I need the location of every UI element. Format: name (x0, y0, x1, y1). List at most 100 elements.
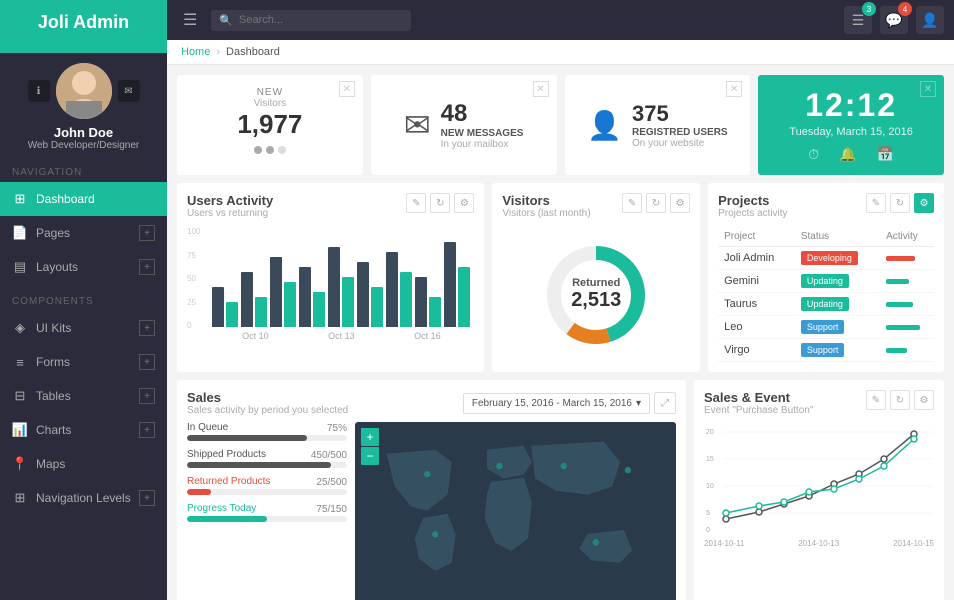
sidebar-item-charts[interactable]: 📊 Charts + (0, 413, 167, 447)
clock-timer-button[interactable]: ⏱ (808, 146, 819, 163)
uikits-icon: ◈ (12, 320, 28, 336)
sidebar-item-forms[interactable]: ≡ Forms + (0, 345, 167, 379)
navlevels-expand-button[interactable]: + (139, 490, 155, 506)
sales-event-actions: ✎ ↻ ⚙ (866, 390, 934, 410)
search-input[interactable] (239, 14, 369, 26)
avatar-info-button[interactable]: ℹ (28, 80, 50, 102)
avatar-area: ℹ ✉ (28, 63, 140, 119)
sales-expand-button[interactable]: ⤢ (654, 392, 676, 414)
messages-button[interactable]: 💬 4 (880, 6, 908, 34)
clock-card: ✕ 12:12 Tuesday, March 15, 2016 ⏱ 🔔 📅 (758, 75, 944, 175)
notifications-badge: 3 (862, 2, 876, 16)
messages-badge: 4 (898, 2, 912, 16)
notifications-button[interactable]: ☰ 3 (844, 6, 872, 34)
projects-header: Projects Projects activity ✎ ↻ ⚙ (718, 193, 934, 219)
sidebar-item-label: Charts (36, 423, 71, 437)
users-activity-panel: Users Activity Users vs returning ✎ ↻ ⚙ … (177, 183, 484, 372)
projects-refresh-button[interactable]: ↻ (890, 193, 910, 213)
activity-col-header: Activity (880, 227, 934, 247)
dot2 (266, 146, 274, 154)
settings-button[interactable]: ⚙ (454, 193, 474, 213)
messages-label: NEW MESSAGES (441, 128, 524, 139)
se-refresh-button[interactable]: ↻ (890, 390, 910, 410)
layouts-expand-button[interactable]: + (139, 259, 155, 275)
se-edit-button[interactable]: ✎ (866, 390, 886, 410)
se-settings-button[interactable]: ⚙ (914, 390, 934, 410)
project-status: Support (795, 339, 880, 362)
refresh-button[interactable]: ↻ (430, 193, 450, 213)
x-label-oct16: Oct 16 (414, 331, 441, 341)
sidebar-item-ui-kits[interactable]: ◈ UI Kits + (0, 311, 167, 345)
users-card-close[interactable]: ✕ (726, 81, 742, 97)
sidebar-item-layouts[interactable]: ▤ Layouts + (0, 250, 167, 284)
visitors-header: Visitors Visitors (last month) ✎ ↻ ⚙ (502, 193, 690, 219)
sidebar-item-pages[interactable]: 📄 Pages + (0, 216, 167, 250)
table-row: Taurus Updating (718, 293, 934, 316)
forms-expand-button[interactable]: + (139, 354, 155, 370)
table-row: Leo Support (718, 316, 934, 339)
date-range-button[interactable]: February 15, 2016 - March 15, 2016 ▾ (463, 393, 650, 414)
stat-bar-fill (187, 516, 267, 522)
messages-card-close[interactable]: ✕ (533, 81, 549, 97)
menu-toggle-button[interactable]: ☰ (177, 6, 203, 34)
messages-sublabel: In your mailbox (441, 139, 524, 150)
sidebar-item-tables[interactable]: ⊟ Tables + (0, 379, 167, 413)
stat-bar-fill (187, 435, 307, 441)
clock-bell-button[interactable]: 🔔 (839, 146, 856, 163)
world-map-svg (355, 422, 676, 600)
clock-date: Tuesday, March 15, 2016 (789, 126, 913, 138)
sidebar: Joli Admin ℹ ✉ John Doe Web Developer/De… (0, 0, 167, 600)
sales-event-subtitle: Event "Purchase Button" (704, 405, 813, 416)
sales-event-title: Sales & Event (704, 390, 813, 405)
charts-expand-button[interactable]: + (139, 422, 155, 438)
users-stat-card: ✕ 👤 375 REGISTRED USERS On your website (565, 75, 751, 175)
sidebar-item-maps[interactable]: 📍 Maps (0, 447, 167, 481)
sidebar-item-nav-levels[interactable]: ⊞ Navigation Levels + (0, 481, 167, 515)
visitors-card-close[interactable]: ✕ (339, 81, 355, 97)
nav-section-label: Navigation (0, 159, 167, 182)
project-name: Virgo (718, 339, 795, 362)
project-status: Updating (795, 270, 880, 293)
sales-title: Sales (187, 390, 348, 405)
messages-stat-card: ✕ ✉ 48 NEW MESSAGES In your mailbox (371, 75, 557, 175)
stat-cards-row: ✕ NEW Visitors 1,977 ✕ ✉ 48 NEW MESSAGES (177, 75, 944, 175)
edit-button[interactable]: ✎ (406, 193, 426, 213)
avatar-message-button[interactable]: ✉ (118, 80, 140, 102)
sidebar-item-label: Forms (36, 355, 70, 369)
pages-expand-button[interactable]: + (139, 225, 155, 241)
topbar: ☰ 🔍 ☰ 3 💬 4 👤 (167, 0, 954, 40)
clock-calendar-button[interactable]: 📅 (877, 146, 894, 163)
breadcrumb-current: Dashboard (226, 46, 280, 58)
svg-text:0: 0 (706, 527, 710, 534)
dashboard-icon: ⊞ (12, 191, 28, 207)
search-box: 🔍 (211, 10, 411, 31)
y-label-100: 100 (187, 227, 200, 236)
sales-stats: In Queue 75% Shipped Products 450/500 Re… (187, 422, 347, 600)
visitors-card-value: 1,977 (191, 109, 349, 140)
clock-card-close[interactable]: ✕ (920, 81, 936, 97)
projects-table: Project Status Activity Joli Admin Devel… (718, 227, 934, 362)
visitors-edit-button[interactable]: ✎ (622, 193, 642, 213)
user-menu-button[interactable]: 👤 (916, 6, 944, 34)
tables-expand-button[interactable]: + (139, 388, 155, 404)
stat-name: Returned Products (187, 476, 270, 487)
projects-actions: ✎ ↻ ⚙ (866, 193, 934, 213)
chevron-down-icon: ▾ (636, 398, 641, 409)
clock-action-icons: ⏱ 🔔 📅 (808, 146, 894, 163)
project-activity (880, 270, 934, 293)
sidebar-item-dashboard[interactable]: ⊞ Dashboard (0, 182, 167, 216)
x-label-oct10: Oct 10 (242, 331, 269, 341)
components-section-label: Components (0, 288, 167, 311)
table-row: Gemini Updating (718, 270, 934, 293)
visitors-settings-button[interactable]: ⚙ (670, 193, 690, 213)
projects-edit-button[interactable]: ✎ (866, 193, 886, 213)
stat-value: 450/500 (311, 450, 347, 461)
visitors-refresh-button[interactable]: ↻ (646, 193, 666, 213)
x-label-3: 2014-10-15 (893, 539, 934, 548)
uikits-expand-button[interactable]: + (139, 320, 155, 336)
sales-body: In Queue 75% Shipped Products 450/500 Re… (187, 422, 676, 600)
visitors-dots (191, 146, 349, 154)
donut-chart-container: Returned 2,513 (502, 227, 690, 362)
breadcrumb-home[interactable]: Home (181, 46, 210, 58)
projects-settings-button[interactable]: ⚙ (914, 193, 934, 213)
